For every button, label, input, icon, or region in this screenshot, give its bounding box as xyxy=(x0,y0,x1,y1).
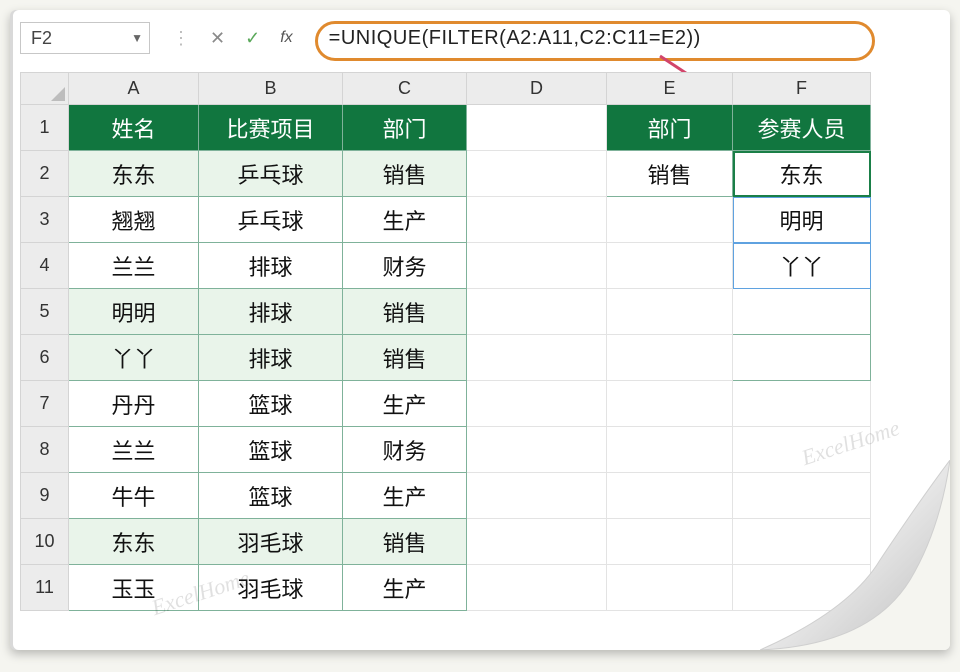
cell-B9[interactable]: 篮球 xyxy=(199,473,343,519)
cell-B4[interactable]: 排球 xyxy=(199,243,343,289)
cell-D6[interactable] xyxy=(467,335,607,381)
col-header-C[interactable]: C xyxy=(343,73,467,105)
cell-E5[interactable] xyxy=(607,289,733,335)
cell-E9[interactable] xyxy=(607,473,733,519)
col-header-A[interactable]: A xyxy=(69,73,199,105)
cell-C3[interactable]: 生产 xyxy=(343,197,467,243)
cell-A5[interactable]: 明明 xyxy=(69,289,199,335)
row-header-6[interactable]: 6 xyxy=(21,335,69,381)
cell-F2[interactable]: 东东 xyxy=(733,151,871,197)
handle-icon: ⋮ xyxy=(172,28,190,49)
cell-F1[interactable]: 参赛人员 xyxy=(733,105,871,151)
cell-D10[interactable] xyxy=(467,519,607,565)
cell-C11[interactable]: 生产 xyxy=(343,565,467,611)
select-all-corner[interactable] xyxy=(21,73,69,105)
cell-D3[interactable] xyxy=(467,197,607,243)
cell-A7[interactable]: 丹丹 xyxy=(69,381,199,427)
cell-E10[interactable] xyxy=(607,519,733,565)
row-header-5[interactable]: 5 xyxy=(21,289,69,335)
cell-B1[interactable]: 比赛项目 xyxy=(199,105,343,151)
cell-F7[interactable] xyxy=(733,381,871,427)
cell-F11[interactable] xyxy=(733,565,871,611)
cell-A10[interactable]: 东东 xyxy=(69,519,199,565)
row-header-11[interactable]: 11 xyxy=(21,565,69,611)
cell-E6[interactable] xyxy=(607,335,733,381)
cell-B3[interactable]: 乒乓球 xyxy=(199,197,343,243)
cell-A2[interactable]: 东东 xyxy=(69,151,199,197)
cell-A6[interactable]: 丫丫 xyxy=(69,335,199,381)
cell-A4[interactable]: 兰兰 xyxy=(69,243,199,289)
grid[interactable]: A B C D E F 1 姓名 比赛项目 部门 部门 参赛人员 2 东东 xyxy=(20,72,871,611)
cell-F5[interactable] xyxy=(733,289,871,335)
row-header-4[interactable]: 4 xyxy=(21,243,69,289)
cell-A8[interactable]: 兰兰 xyxy=(69,427,199,473)
row-header-3[interactable]: 3 xyxy=(21,197,69,243)
worksheet[interactable]: A B C D E F 1 姓名 比赛项目 部门 部门 参赛人员 2 东东 xyxy=(20,72,940,611)
cell-A1[interactable]: 姓名 xyxy=(69,105,199,151)
cell-B10[interactable]: 羽毛球 xyxy=(199,519,343,565)
cell-D1[interactable] xyxy=(467,105,607,151)
cell-E8[interactable] xyxy=(607,427,733,473)
row-header-1[interactable]: 1 xyxy=(21,105,69,151)
cell-C1[interactable]: 部门 xyxy=(343,105,467,151)
cell-E4[interactable] xyxy=(607,243,733,289)
col-header-E[interactable]: E xyxy=(607,73,733,105)
cell-C6[interactable]: 销售 xyxy=(343,335,467,381)
cell-F3[interactable]: 明明 xyxy=(733,197,871,243)
name-box[interactable]: F2 ▼ xyxy=(20,22,150,54)
formula-text: =UNIQUE(FILTER(A2:A11,C2:C11=E2)) xyxy=(321,25,709,52)
formula-bar[interactable]: =UNIQUE(FILTER(A2:A11,C2:C11=E2)) xyxy=(321,25,940,52)
cell-C9[interactable]: 生产 xyxy=(343,473,467,519)
cell-C10[interactable]: 销售 xyxy=(343,519,467,565)
col-header-D[interactable]: D xyxy=(467,73,607,105)
cell-F9[interactable] xyxy=(733,473,871,519)
row-header-10[interactable]: 10 xyxy=(21,519,69,565)
confirm-icon[interactable]: ✓ xyxy=(245,28,260,49)
formula-bar-buttons: ⋮ ✕ ✓ fx xyxy=(160,28,311,49)
cell-D7[interactable] xyxy=(467,381,607,427)
row-header-9[interactable]: 9 xyxy=(21,473,69,519)
cell-C4[interactable]: 财务 xyxy=(343,243,467,289)
cell-D4[interactable] xyxy=(467,243,607,289)
cell-B2[interactable]: 乒乓球 xyxy=(199,151,343,197)
cell-B5[interactable]: 排球 xyxy=(199,289,343,335)
excel-window: F2 ▼ ⋮ ✕ ✓ fx =UNIQUE(FILTER(A2:A11,C2:C… xyxy=(10,10,950,650)
row-header-7[interactable]: 7 xyxy=(21,381,69,427)
cancel-icon[interactable]: ✕ xyxy=(210,28,225,49)
cell-B7[interactable]: 篮球 xyxy=(199,381,343,427)
cell-E2[interactable]: 销售 xyxy=(607,151,733,197)
col-header-F[interactable]: F xyxy=(733,73,871,105)
cell-E7[interactable] xyxy=(607,381,733,427)
cell-F8[interactable] xyxy=(733,427,871,473)
cell-B6[interactable]: 排球 xyxy=(199,335,343,381)
cell-B8[interactable]: 篮球 xyxy=(199,427,343,473)
cell-E11[interactable] xyxy=(607,565,733,611)
cell-C2[interactable]: 销售 xyxy=(343,151,467,197)
cell-B11[interactable]: 羽毛球 xyxy=(199,565,343,611)
chevron-down-icon[interactable]: ▼ xyxy=(131,31,143,45)
cell-A11[interactable]: 玉玉 xyxy=(69,565,199,611)
cell-C8[interactable]: 财务 xyxy=(343,427,467,473)
formula-bar-row: F2 ▼ ⋮ ✕ ✓ fx =UNIQUE(FILTER(A2:A11,C2:C… xyxy=(20,18,940,58)
col-header-B[interactable]: B xyxy=(199,73,343,105)
fx-icon[interactable]: fx xyxy=(280,29,292,47)
cell-F6[interactable] xyxy=(733,335,871,381)
cell-D9[interactable] xyxy=(467,473,607,519)
cell-D5[interactable] xyxy=(467,289,607,335)
cell-E1[interactable]: 部门 xyxy=(607,105,733,151)
row-header-2[interactable]: 2 xyxy=(21,151,69,197)
name-box-value: F2 xyxy=(31,28,52,49)
cell-F10[interactable] xyxy=(733,519,871,565)
cell-C7[interactable]: 生产 xyxy=(343,381,467,427)
row-header-8[interactable]: 8 xyxy=(21,427,69,473)
cell-A3[interactable]: 翘翘 xyxy=(69,197,199,243)
cell-C5[interactable]: 销售 xyxy=(343,289,467,335)
cell-D2[interactable] xyxy=(467,151,607,197)
cell-A9[interactable]: 牛牛 xyxy=(69,473,199,519)
cell-E3[interactable] xyxy=(607,197,733,243)
cell-D8[interactable] xyxy=(467,427,607,473)
cell-F4[interactable]: 丫丫 xyxy=(733,243,871,289)
cell-D11[interactable] xyxy=(467,565,607,611)
